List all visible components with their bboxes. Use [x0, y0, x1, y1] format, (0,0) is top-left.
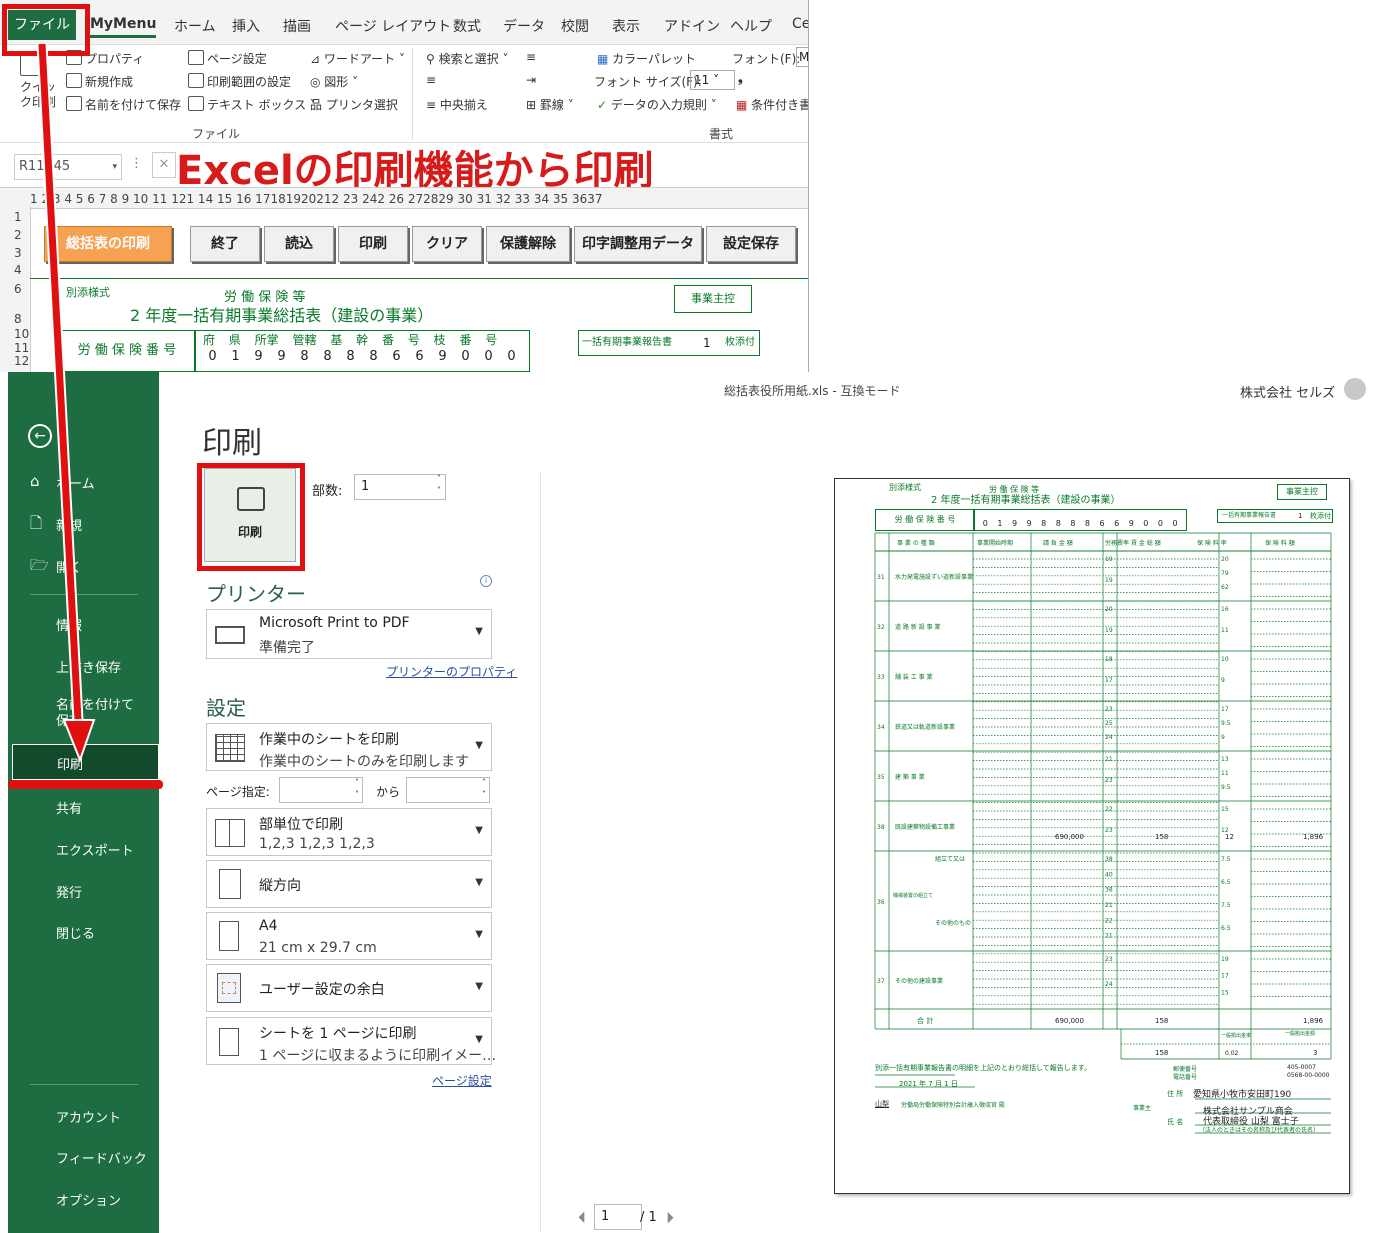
annotation-arrow	[36, 43, 96, 763]
